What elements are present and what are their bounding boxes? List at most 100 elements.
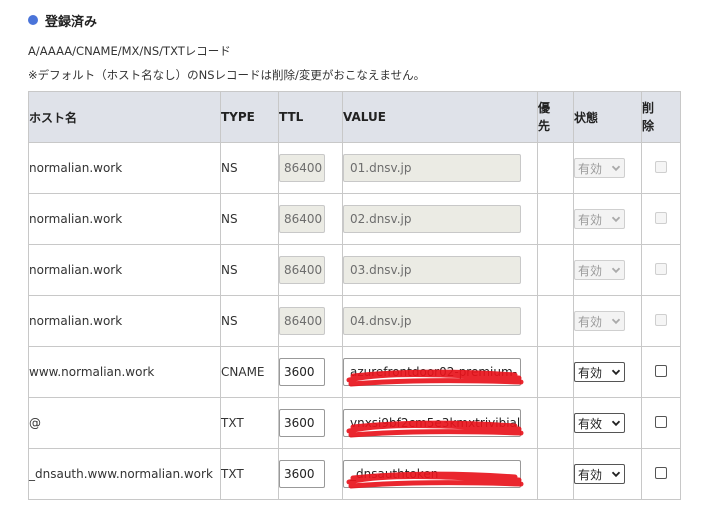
ttl-input: 86400 bbox=[279, 307, 325, 335]
value-text: _dnsauthtoken bbox=[350, 467, 439, 481]
type-cell: TXT bbox=[220, 448, 279, 500]
value-cell: 02.dnsv.jp bbox=[342, 193, 538, 245]
chevron-down-icon bbox=[611, 216, 621, 223]
delete-cell bbox=[641, 142, 681, 194]
value-input: 03.dnsv.jp bbox=[343, 256, 521, 284]
section-title: 登録済み bbox=[28, 10, 97, 30]
delete-cell bbox=[641, 397, 681, 449]
value-input[interactable]: vnxsi9bf2cm5e3kmxtrivibial bbox=[343, 409, 521, 437]
value-input: 02.dnsv.jp bbox=[343, 205, 521, 233]
value-cell: 03.dnsv.jp bbox=[342, 244, 538, 296]
status-cell: 有効 bbox=[573, 142, 642, 194]
ttl-input[interactable]: 3600 bbox=[279, 460, 325, 488]
value-cell: 01.dnsv.jp bbox=[342, 142, 538, 194]
value-input: 01.dnsv.jp bbox=[343, 154, 521, 182]
header-ttl: TTL bbox=[278, 91, 343, 143]
ttl-cell: 3600 bbox=[278, 448, 343, 500]
delete-checkbox bbox=[655, 160, 667, 173]
status-value: 有効 bbox=[578, 365, 603, 380]
value-cell: _dnsauthtoken bbox=[342, 448, 538, 500]
ttl-input: 86400 bbox=[279, 154, 325, 182]
status-select: 有効 bbox=[574, 209, 625, 229]
table-row: normalian.work NS 86400 02.dnsv.jp 有効 bbox=[28, 193, 681, 245]
delete-checkbox[interactable] bbox=[655, 364, 667, 377]
value-cell: azurefrontdoor02-premium- bbox=[342, 346, 538, 398]
delete-checkbox[interactable] bbox=[655, 415, 667, 428]
ttl-input[interactable]: 3600 bbox=[279, 409, 325, 437]
value-input: 04.dnsv.jp bbox=[343, 307, 521, 335]
delete-cell bbox=[641, 244, 681, 296]
delete-cell bbox=[641, 193, 681, 245]
status-value: 有効 bbox=[578, 161, 603, 176]
chevron-down-icon bbox=[611, 318, 621, 325]
priority-cell bbox=[537, 244, 574, 296]
status-select: 有効 bbox=[574, 311, 625, 331]
host-cell: @ bbox=[28, 397, 221, 449]
value-cell: 04.dnsv.jp bbox=[342, 295, 538, 347]
table-row: _dnsauth.www.normalian.work TXT 3600 _dnsau… bbox=[28, 448, 681, 500]
delete-checkbox[interactable] bbox=[655, 466, 667, 479]
dns-records-table: ホスト名 TYPE TTL VALUE 優 先 状態 削 除 normalian… bbox=[28, 91, 681, 500]
priority-cell bbox=[537, 142, 574, 194]
host-cell: _dnsauth.www.normalian.work bbox=[28, 448, 221, 500]
value-input[interactable]: _dnsauthtoken bbox=[343, 460, 521, 488]
status-value: 有効 bbox=[578, 467, 603, 482]
status-select[interactable]: 有效 bbox=[574, 413, 625, 433]
status-cell: 有効 bbox=[573, 346, 642, 398]
header-priority-line2: 先 bbox=[538, 119, 551, 133]
table-row: normalian.work NS 86400 04.dnsv.jp 有効 bbox=[28, 295, 681, 347]
priority-cell bbox=[537, 295, 574, 347]
host-cell: normalian.work bbox=[28, 193, 221, 245]
status-value: 有效 bbox=[578, 416, 603, 431]
header-delete-line2: 除 bbox=[642, 119, 655, 133]
record-types-note: A/AAAA/CNAME/MX/NS/TXTレコード bbox=[28, 44, 231, 58]
ttl-cell: 3600 bbox=[278, 397, 343, 449]
type-cell: NS bbox=[220, 244, 279, 296]
table-header-row: ホスト名 TYPE TTL VALUE 優 先 状態 削 除 bbox=[28, 91, 681, 143]
status-cell: 有效 bbox=[573, 397, 642, 449]
type-cell: CNAME bbox=[220, 346, 279, 398]
table-row: normalian.work NS 86400 01.dnsv.jp 有効 bbox=[28, 142, 681, 194]
chevron-down-icon bbox=[611, 369, 621, 376]
priority-cell bbox=[537, 193, 574, 245]
status-select: 有効 bbox=[574, 158, 625, 178]
host-cell: normalian.work bbox=[28, 244, 221, 296]
status-cell: 有効 bbox=[573, 295, 642, 347]
header-delete-line1: 削 bbox=[642, 101, 655, 115]
ttl-input: 86400 bbox=[279, 256, 325, 284]
status-select[interactable]: 有効 bbox=[574, 464, 625, 484]
ttl-value: 86400 bbox=[284, 212, 323, 226]
type-cell: NS bbox=[220, 142, 279, 194]
status-select[interactable]: 有効 bbox=[574, 362, 625, 382]
header-priority-line1: 優 bbox=[538, 101, 551, 115]
header-value: VALUE bbox=[342, 91, 538, 143]
priority-cell bbox=[537, 397, 574, 449]
chevron-down-icon bbox=[611, 420, 621, 427]
ttl-value: 86400 bbox=[284, 161, 323, 175]
table-row: normalian.work NS 86400 03.dnsv.jp 有効 bbox=[28, 244, 681, 296]
ttl-cell: 86400 bbox=[278, 295, 343, 347]
priority-cell bbox=[537, 346, 574, 398]
priority-cell bbox=[537, 448, 574, 500]
header-type: TYPE bbox=[220, 91, 279, 143]
table-row: www.normalian.work CNAME 3600 azurefrontdoo… bbox=[28, 346, 681, 398]
ttl-value: 3600 bbox=[284, 365, 315, 379]
status-cell: 有効 bbox=[573, 193, 642, 245]
ttl-value: 86400 bbox=[284, 314, 323, 328]
ttl-input[interactable]: 3600 bbox=[279, 358, 325, 386]
type-cell: TXT bbox=[220, 397, 279, 449]
section-title-text: 登録済み bbox=[45, 14, 98, 30]
status-value: 有効 bbox=[578, 212, 603, 227]
ttl-cell: 86400 bbox=[278, 244, 343, 296]
status-cell: 有効 bbox=[573, 448, 642, 500]
delete-checkbox bbox=[655, 262, 667, 275]
delete-checkbox bbox=[655, 313, 667, 326]
value-input[interactable]: azurefrontdoor02-premium- bbox=[343, 358, 521, 386]
ttl-value: 3600 bbox=[284, 416, 315, 430]
host-cell: normalian.work bbox=[28, 142, 221, 194]
header-status: 状態 bbox=[573, 91, 642, 143]
status-select: 有効 bbox=[574, 260, 625, 280]
chevron-down-icon bbox=[611, 165, 621, 172]
default-ns-warning: ※デフォルト（ホスト名なし）のNSレコードは削除/変更がおこなえません。 bbox=[28, 68, 426, 82]
value-text: azurefrontdoor02-premium- bbox=[350, 365, 518, 379]
